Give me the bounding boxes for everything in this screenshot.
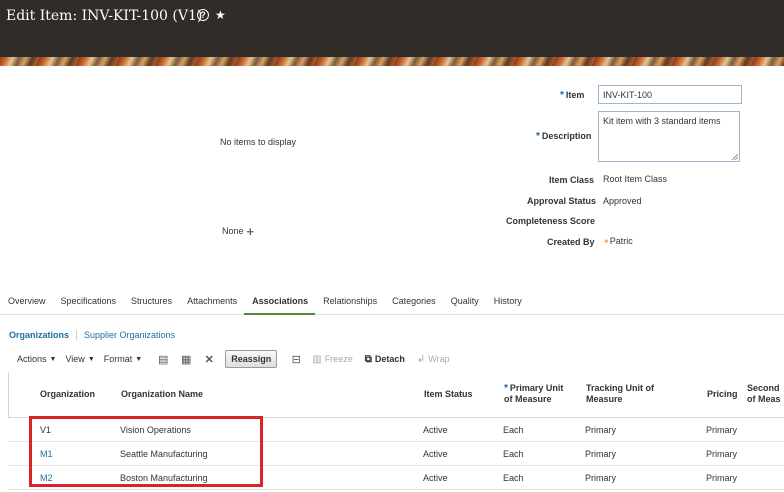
format-menu[interactable]: Format ▼ (104, 354, 142, 364)
caret-down-icon: ▼ (49, 355, 57, 363)
sub-tabs: Organizations Supplier Organizations (9, 330, 189, 340)
view-menu[interactable]: View ▼ (65, 354, 94, 364)
created-by-value[interactable]: ✦Patric (603, 236, 633, 246)
col-organization-name[interactable]: Organization Name (121, 389, 203, 400)
star-icon[interactable]: ★ (215, 8, 226, 22)
freeze-button[interactable]: ▥ Freeze (312, 354, 352, 365)
description-label: * Description (536, 131, 592, 142)
no-items-message: No items to display (220, 137, 297, 147)
tab-overview[interactable]: Overview (0, 293, 53, 315)
item-value: INV-KIT-100 (603, 90, 653, 100)
col-tracking-uom[interactable]: Tracking Unit of Measure (586, 383, 654, 405)
freeze-icon: ▥ (312, 353, 322, 365)
delete-icon[interactable]: ✕ (202, 352, 216, 366)
table-toolbar: Actions ▼ View ▼ Format ▼ ▤ ▦ ✕ Reassign ⊟ … (17, 348, 462, 370)
required-icon: * (504, 383, 508, 394)
approval-status-label: Approval Status (527, 196, 597, 206)
table-header: Organization Organization Name Item Stat… (8, 372, 784, 418)
description-field[interactable]: Kit item with 3 standard items (598, 111, 740, 162)
highlight-annotation-box (29, 416, 263, 487)
tab-categories[interactable]: Categories (384, 293, 443, 315)
wrap-button[interactable]: ↲ Wrap (417, 354, 450, 365)
none-area: None + (222, 225, 255, 238)
wrap-icon: ↲ (416, 353, 426, 365)
primary-uom: Each (503, 425, 524, 435)
item-status: Active (423, 473, 448, 483)
completeness-score-label: Completeness Score (506, 216, 596, 226)
col-organization[interactable]: Organization (40, 389, 95, 400)
pricing: Primary (706, 425, 737, 435)
resize-grip-icon[interactable] (732, 154, 738, 160)
primary-uom: Each (503, 473, 524, 483)
col-pricing[interactable]: Pricing (707, 389, 738, 400)
tab-specifications[interactable]: Specifications (53, 293, 124, 315)
actions-menu[interactable]: Actions ▼ (17, 354, 56, 364)
query-by-example-icon[interactable]: ⊟ (289, 352, 303, 366)
primary-uom: Each (503, 449, 524, 459)
item-status: Active (423, 449, 448, 459)
add-icon[interactable]: + (247, 225, 255, 238)
tracking-uom: Primary (585, 449, 616, 459)
tracking-uom: Primary (585, 425, 616, 435)
detach-button[interactable]: ⧉ Detach (365, 354, 405, 365)
col-secondary-uom[interactable]: Second of Meas (747, 383, 781, 405)
tracking-uom: Primary (585, 473, 616, 483)
detach-icon: ⧉ (364, 353, 372, 365)
edit-row-icon[interactable]: ▦ (179, 352, 193, 366)
description-value: Kit item with 3 standard items (603, 116, 721, 126)
item-field[interactable]: INV-KIT-100 (598, 85, 742, 104)
pricing: Primary (706, 473, 737, 483)
created-by-label: Created By (547, 237, 595, 247)
tab-attachments[interactable]: Attachments (179, 293, 244, 315)
decorative-banner (0, 57, 784, 66)
help-icon[interactable]: ? (197, 9, 209, 21)
pricing: Primary (706, 449, 737, 459)
col-item-status[interactable]: Item Status (424, 389, 473, 400)
item-class-value: Root Item Class (603, 174, 668, 184)
caret-down-icon: ▼ (87, 355, 95, 363)
page-header: Edit Item: INV-KIT-100 (V1) ? ★ (0, 0, 784, 57)
subtab-supplier-organizations[interactable]: Supplier Organizations (84, 330, 182, 340)
add-row-icon[interactable]: ▤ (156, 352, 170, 366)
item-class-label: Item Class (549, 175, 595, 185)
main-tabs: Overview Specifications Structures Attac… (0, 293, 784, 315)
tab-quality[interactable]: Quality (443, 293, 486, 315)
tab-history[interactable]: History (486, 293, 529, 315)
required-icon: * (536, 131, 540, 142)
item-status: Active (423, 425, 448, 435)
reassign-button[interactable]: Reassign (225, 350, 278, 368)
page-title: Edit Item: INV-KIT-100 (V1) (6, 8, 203, 24)
col-primary-uom[interactable]: * Primary Unit of Measure (504, 383, 563, 405)
item-label: * Item (560, 90, 585, 101)
tab-structures[interactable]: Structures (123, 293, 179, 315)
subtab-organizations[interactable]: Organizations (9, 330, 78, 340)
required-icon: * (560, 90, 564, 101)
caret-down-icon: ▼ (135, 355, 143, 363)
none-label: None (222, 226, 244, 236)
tab-associations[interactable]: Associations (244, 293, 316, 315)
tab-relationships[interactable]: Relationships (315, 293, 384, 315)
person-icon: ✦ (603, 237, 610, 246)
approval-status-value: Approved (603, 196, 642, 206)
